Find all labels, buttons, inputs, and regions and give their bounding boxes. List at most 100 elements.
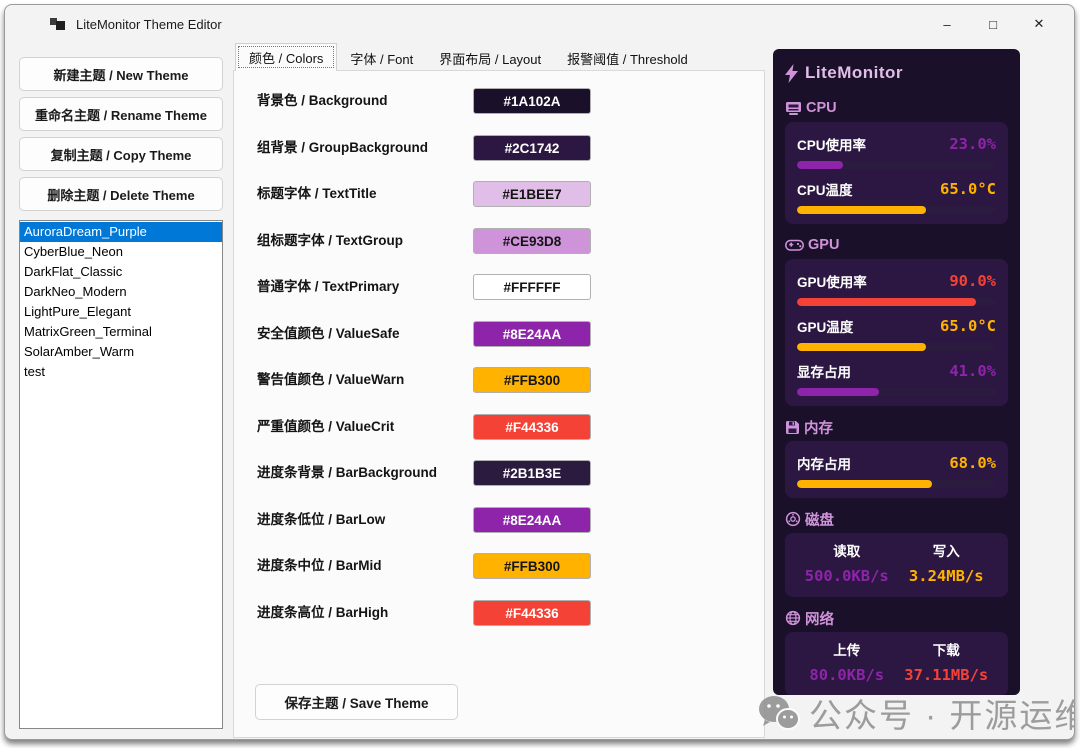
progress-track <box>797 343 996 351</box>
wechat-icon <box>757 693 801 733</box>
pair-label: 读取 <box>797 541 897 563</box>
theme-list-item[interactable]: LightPure_Elegant <box>20 302 222 322</box>
sidebar-button-new-theme[interactable]: 新建主题 / New Theme <box>19 57 223 91</box>
color-swatch-button[interactable]: #FFB300 <box>473 367 591 393</box>
section-header-内存: 内存 <box>785 415 1008 439</box>
color-swatch-button[interactable]: #2B1B3E <box>473 460 591 486</box>
pair-cell: 上传80.0KB/s <box>797 640 897 688</box>
theme-list-item[interactable]: AuroraDream_Purple <box>20 222 222 242</box>
metric-value: 41.0% <box>949 362 996 380</box>
progress-fill <box>797 343 926 351</box>
pair-value: 500.0KB/s <box>797 563 897 589</box>
progress-track <box>797 161 996 169</box>
metric-label: GPU使用率 <box>797 271 867 291</box>
tab-layout[interactable]: 界面布局 / Layout <box>426 46 554 71</box>
theme-list-item[interactable]: CyberBlue_Neon <box>20 242 222 262</box>
color-row: 进度条背景 / BarBackground#2B1B3E <box>233 460 765 486</box>
section-name: 网络 <box>805 608 834 629</box>
color-row: 进度条低位 / BarLow #8E24AA <box>233 507 765 533</box>
metric-row: CPU使用率 23.0% <box>797 132 996 156</box>
disk-icon <box>785 511 801 527</box>
pair-cell: 下载37.11MB/s <box>897 640 997 688</box>
pair-columns: 上传80.0KB/s下载37.11MB/s <box>797 640 996 688</box>
color-swatch-button[interactable]: #8E24AA <box>473 321 591 347</box>
color-swatch-button[interactable]: #F44336 <box>473 414 591 440</box>
color-row: 背景色 / Background#1A102A <box>233 88 765 114</box>
progress-fill <box>797 388 879 396</box>
color-row-label: 进度条中位 / BarMid <box>257 553 382 579</box>
title-bar: LiteMonitor Theme Editor – □ ✕ <box>5 5 1074 43</box>
progress-fill <box>797 206 926 214</box>
color-swatch-button[interactable]: #1A102A <box>473 88 591 114</box>
color-row: 进度条中位 / BarMid #FFB300 <box>233 553 765 579</box>
sidebar-button-rename-theme[interactable]: 重命名主题 / Rename Theme <box>19 97 223 131</box>
section-header-磁盘: 磁盘 <box>785 507 1008 531</box>
tab-font[interactable]: 字体 / Font <box>337 46 426 71</box>
pair-label: 写入 <box>897 541 997 563</box>
color-swatch-button[interactable]: #F44336 <box>473 600 591 626</box>
theme-list-item[interactable]: test <box>20 362 222 382</box>
color-swatch-button[interactable]: #E1BEE7 <box>473 181 591 207</box>
color-row: 警告值颜色 / ValueWarn #FFB300 <box>233 367 765 393</box>
sidebar-button-copy-theme[interactable]: 复制主题 / Copy Theme <box>19 137 223 171</box>
tab-page-colors <box>233 70 765 738</box>
section-header-cpu: CPU <box>785 96 1008 120</box>
color-row-label: 组标题字体 / TextGroup <box>257 228 403 254</box>
color-row: 严重值颜色 / ValueCrit#F44336 <box>233 414 765 440</box>
tab-colors[interactable]: 颜色 / Colors <box>235 43 337 71</box>
memory-icon <box>785 420 800 435</box>
pair-columns: 读取500.0KB/s写入3.24MB/s <box>797 541 996 589</box>
tab-strip: 颜色 / Colors字体 / Font界面布局 / Layout报警阈值 / … <box>235 45 701 71</box>
minimize-button[interactable]: – <box>924 8 970 40</box>
metric: GPU使用率90.0% <box>797 269 996 306</box>
color-swatch-button[interactable]: #8E24AA <box>473 507 591 533</box>
metric-group: CPU使用率23.0%CPU温度65.0°C <box>785 122 1008 224</box>
metric-group: 上传80.0KB/s下载37.11MB/s <box>785 632 1008 695</box>
progress-track <box>797 206 996 214</box>
theme-list-item[interactable]: DarkFlat_Classic <box>20 262 222 282</box>
metric-label: 内存占用 <box>797 453 851 473</box>
metric: GPU温度65.0°C <box>797 314 996 351</box>
color-row-label: 进度条低位 / BarLow <box>257 507 385 533</box>
maximize-button[interactable]: □ <box>970 8 1016 40</box>
section-name: 磁盘 <box>805 509 834 530</box>
progress-fill <box>797 161 843 169</box>
color-row-label: 进度条高位 / BarHigh <box>257 600 388 626</box>
theme-list-item[interactable]: SolarAmber_Warm <box>20 342 222 362</box>
progress-fill <box>797 298 976 306</box>
theme-list-item[interactable]: DarkNeo_Modern <box>20 282 222 302</box>
color-row-label: 安全值颜色 / ValueSafe <box>257 321 400 347</box>
color-row-label: 警告值颜色 / ValueWarn <box>257 367 404 393</box>
pair-cell: 读取500.0KB/s <box>797 541 897 589</box>
pair-value: 3.24MB/s <box>897 563 997 589</box>
color-row: 组背景 / GroupBackground#2C1742 <box>233 135 765 161</box>
color-row: 普通字体 / TextPrimary #FFFFFF <box>233 274 765 300</box>
network-icon <box>785 610 801 626</box>
pair-label: 下载 <box>897 640 997 662</box>
color-swatch-button[interactable]: #CE93D8 <box>473 228 591 254</box>
metric-label: 显存占用 <box>797 361 851 381</box>
color-row-label: 普通字体 / TextPrimary <box>257 274 399 300</box>
metric-group: 读取500.0KB/s写入3.24MB/s <box>785 533 1008 597</box>
theme-list-item[interactable]: MatrixGreen_Terminal <box>20 322 222 342</box>
metric-row: 显存占用 41.0% <box>797 359 996 383</box>
pair-value: 37.11MB/s <box>897 662 997 688</box>
theme-list[interactable]: AuroraDream_PurpleCyberBlue_NeonDarkFlat… <box>19 220 223 729</box>
metric-label: GPU温度 <box>797 316 853 336</box>
progress-track <box>797 388 996 396</box>
metric-label: CPU使用率 <box>797 134 866 154</box>
save-theme-button[interactable]: 保存主题 / Save Theme <box>255 684 458 720</box>
close-button[interactable]: ✕ <box>1016 8 1062 40</box>
theme-action-buttons: 新建主题 / New Theme 重命名主题 / Rename Theme 复制主题… <box>19 57 223 217</box>
color-swatch-button[interactable]: #FFB300 <box>473 553 591 579</box>
metric-value: 23.0% <box>949 135 996 153</box>
metric-row: GPU使用率90.0% <box>797 269 996 293</box>
sidebar-button-delete-theme[interactable]: 删除主题 / Delete Theme <box>19 177 223 211</box>
color-row: 进度条高位 / BarHigh #F44336 <box>233 600 765 626</box>
gamepad-icon <box>785 239 804 252</box>
color-swatch-button[interactable]: #FFFFFF <box>473 274 591 300</box>
watermark-text: 公众号 · 开源运维 <box>809 689 1075 737</box>
tab-threshold[interactable]: 报警阈值 / Threshold <box>554 46 701 71</box>
color-swatch-button[interactable]: #2C1742 <box>473 135 591 161</box>
color-row: 标题字体 / TextTitle#E1BEE7 <box>233 181 765 207</box>
